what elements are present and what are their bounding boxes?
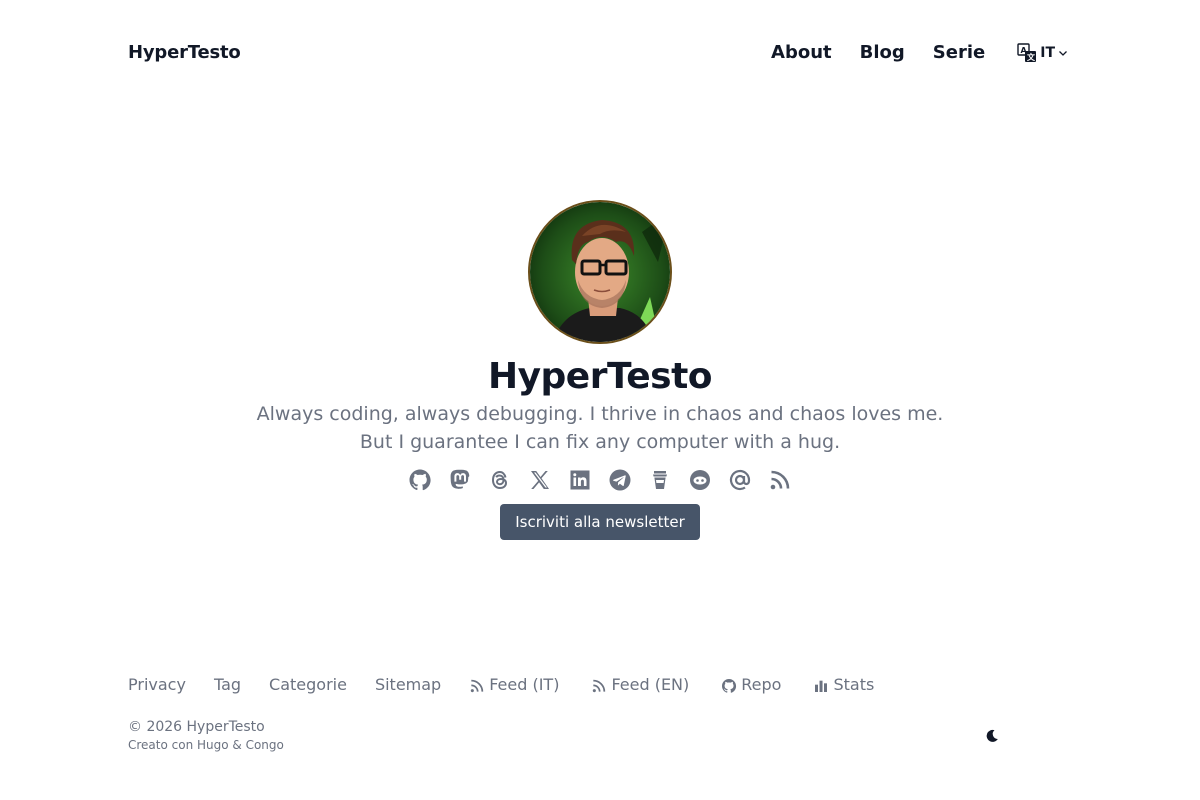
footer-nav: Privacy Tag Categorie Sitemap Feed (IT) …: [128, 675, 906, 694]
github-icon: [722, 678, 737, 693]
rss-icon: [593, 679, 606, 692]
footer-link-label: Repo: [741, 675, 782, 694]
bar-chart-icon: [815, 680, 828, 692]
bio-line-2: But I guarantee I can fix any computer w…: [359, 431, 841, 453]
linkedin-icon[interactable]: [568, 467, 592, 493]
dark-mode-toggle[interactable]: [984, 728, 1000, 744]
moon-icon: [986, 729, 998, 742]
footer-link-feed-it[interactable]: Feed (IT): [469, 675, 559, 694]
chevron-down-icon: [1058, 48, 1068, 58]
footer-link-repo[interactable]: Repo: [721, 675, 781, 694]
footer-link-label: Stats: [833, 675, 875, 694]
rss-icon: [471, 679, 484, 692]
footer-link-feed-en[interactable]: Feed (EN): [591, 675, 689, 694]
footer-link-label: Feed (EN): [611, 675, 690, 694]
newsletter-button[interactable]: Iscriviti alla newsletter: [500, 504, 700, 540]
page: HyperTesto About Blog Serie A 文 IT Hyper…: [0, 0, 1200, 800]
footer-link-sitemap[interactable]: Sitemap: [375, 675, 441, 694]
email-at-icon[interactable]: [728, 467, 752, 493]
svg-text:文: 文: [1027, 52, 1036, 62]
social-links: [400, 467, 800, 493]
nav-about[interactable]: About: [771, 42, 832, 63]
translate-icon: A 文: [1017, 42, 1037, 63]
nav-serie[interactable]: Serie: [933, 42, 985, 63]
rss-icon[interactable]: [768, 467, 792, 493]
copyright-text: © 2026 HyperTesto: [128, 719, 265, 735]
mastodon-icon[interactable]: [448, 467, 472, 493]
footer-link-label: Feed (IT): [489, 675, 560, 694]
author-name: HyperTesto: [487, 356, 713, 397]
author-avatar: [528, 200, 672, 344]
language-switcher[interactable]: A 文 IT: [1017, 42, 1068, 63]
footer-link-categorie[interactable]: Categorie: [269, 675, 347, 694]
telegram-icon[interactable]: [608, 467, 632, 493]
site-title-link[interactable]: HyperTesto: [128, 42, 241, 63]
x-icon[interactable]: [528, 467, 552, 493]
bio-line-1: Always coding, always debugging. I thriv…: [256, 403, 944, 425]
footer-link-stats[interactable]: Stats: [813, 675, 874, 694]
footer-link-tag[interactable]: Tag: [214, 675, 241, 694]
matrix-icon[interactable]: [688, 467, 712, 493]
buymeacoffee-icon[interactable]: [648, 467, 672, 493]
nav-blog[interactable]: Blog: [860, 42, 905, 63]
author-bio: Always coding, always debugging. I thriv…: [200, 400, 1000, 456]
threads-icon[interactable]: [488, 467, 512, 493]
built-with-text: Creato con Hugo & Congo: [128, 738, 284, 752]
github-icon[interactable]: [408, 467, 432, 493]
main-nav: About Blog Serie A 文 IT: [743, 42, 1068, 63]
language-code: IT: [1040, 44, 1055, 61]
footer-link-privacy[interactable]: Privacy: [128, 675, 186, 694]
